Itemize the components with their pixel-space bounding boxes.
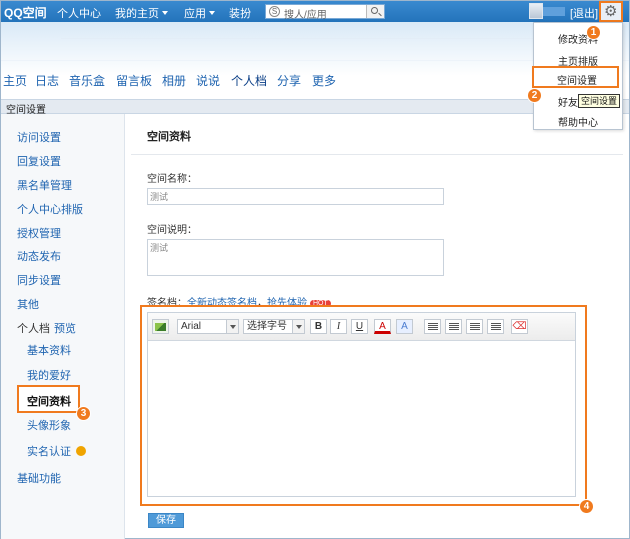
search-icon — [371, 7, 378, 14]
sidebar-item-other[interactable]: 其他 — [17, 296, 39, 312]
avatar[interactable] — [529, 3, 543, 19]
chevron-down-icon — [292, 320, 304, 333]
editor-toolbar: Arial 选择字号 B I U A A ⌫ — [148, 313, 575, 341]
font-family-value: Arial — [181, 321, 202, 332]
font-size-value: 选择字号 — [247, 321, 287, 332]
page-title: 空间资料 — [147, 131, 191, 143]
sidebar-item-basic-info[interactable]: 基本资料 — [27, 342, 71, 358]
settings-sidebar: 访问设置 回复设置 黑名单管理 个人中心排版 授权管理 动态发布 同步设置 其他… — [1, 114, 125, 539]
sidebar-item-visit-settings[interactable]: 访问设置 — [17, 129, 61, 145]
align-left-button[interactable] — [424, 319, 441, 334]
step-marker: 3 — [76, 406, 91, 421]
signature-editor[interactable]: Arial 选择字号 B I U A A ⌫ — [147, 312, 576, 497]
chevron-down-icon — [162, 11, 168, 15]
align-right-button[interactable] — [466, 319, 483, 334]
user-name-redacted[interactable] — [543, 7, 565, 16]
sidebar-item-label: 空间资料 — [27, 396, 71, 408]
underline-button[interactable]: U — [351, 319, 368, 334]
tab-blog[interactable]: 日志 — [35, 72, 59, 89]
step-marker: 1 — [586, 25, 601, 40]
banner-decoration — [61, 38, 561, 39]
step-marker: 4 — [579, 499, 594, 514]
nav-decorate[interactable]: 装扮 — [229, 5, 251, 21]
search-button[interactable] — [366, 5, 384, 18]
qzone-logo[interactable]: QQ空间 — [4, 4, 47, 21]
sidebar-item-avatar[interactable]: 头像形象 — [27, 417, 71, 433]
font-color-button[interactable]: A — [374, 319, 391, 334]
align-center-icon — [449, 323, 459, 331]
step-marker: 2 — [527, 88, 542, 103]
sidebar-group-label: 个人档 — [17, 323, 50, 335]
search-box[interactable]: S 搜人/应用 — [265, 4, 385, 21]
sidebar-item-basic-features[interactable]: 基础功能 — [17, 470, 61, 486]
sidebar-item-hobbies[interactable]: 我的爱好 — [27, 367, 71, 383]
menu-item-space-settings[interactable]: 空间设置 — [532, 66, 619, 88]
sidebar-item-sync[interactable]: 同步设置 — [17, 272, 61, 288]
search-type-icon: S — [269, 6, 280, 17]
verified-user-icon — [76, 446, 86, 456]
space-name-input[interactable]: 测试 — [147, 188, 444, 205]
align-right-icon — [470, 323, 480, 331]
space-desc-label: 空间说明： — [147, 225, 197, 236]
logout-link[interactable]: [退出] — [570, 5, 598, 21]
sidebar-item-authorization[interactable]: 授权管理 — [17, 225, 61, 241]
save-button[interactable]: 保存 — [148, 513, 184, 528]
settings-button[interactable]: ⚙ — [599, 1, 623, 22]
align-center-button[interactable] — [445, 319, 462, 334]
font-size-select[interactable]: 选择字号 — [243, 319, 305, 334]
sidebar-item-layout[interactable]: 个人中心排版 — [17, 201, 83, 217]
highlight-color-button[interactable]: A — [396, 319, 413, 334]
clear-format-button[interactable]: ⌫ — [511, 319, 528, 334]
nav-personal-center[interactable]: 个人中心 — [57, 5, 101, 21]
search-placeholder: 搜人/应用 — [284, 10, 327, 21]
sidebar-item-space-profile[interactable]: 空间资料 — [17, 385, 80, 413]
chevron-down-icon — [226, 320, 238, 333]
sidebar-item-label: 实名认证 — [27, 446, 71, 458]
nav-my-home[interactable]: 我的主页 — [115, 5, 168, 21]
tooltip: 空间设置 — [578, 94, 621, 108]
image-icon — [155, 323, 166, 331]
sidebar-group-profile: 个人档 预览 — [17, 320, 76, 336]
chevron-down-icon — [209, 11, 215, 15]
nav-apps[interactable]: 应用 — [184, 5, 215, 21]
space-desc-textarea[interactable]: 测试 — [147, 239, 444, 276]
tab-shuoshuo[interactable]: 说说 — [196, 72, 220, 89]
sidebar-item-realname[interactable]: 实名认证 — [27, 443, 86, 459]
top-navigation-bar: QQ空间 个人中心 我的主页 应用 装扮 S 搜人/应用 [退出] ⚙ — [1, 1, 629, 22]
nav-my-home-label: 我的主页 — [115, 8, 159, 20]
nav-apps-label: 应用 — [184, 8, 206, 20]
sidebar-item-reply-settings[interactable]: 回复设置 — [17, 153, 61, 169]
bold-button[interactable]: B — [310, 319, 327, 334]
menu-item-label: 空间设置 — [557, 76, 597, 87]
space-name-value: 测试 — [150, 192, 169, 202]
italic-button[interactable]: I — [330, 319, 347, 334]
tab-more[interactable]: 更多 — [312, 72, 336, 89]
sidebar-item-blacklist[interactable]: 黑名单管理 — [17, 177, 72, 193]
title-divider — [131, 154, 623, 155]
space-desc-value: 测试 — [150, 243, 169, 253]
tab-music[interactable]: 音乐盒 — [69, 72, 105, 89]
gear-icon: ⚙ — [604, 3, 618, 20]
tab-guestbook[interactable]: 留言板 — [116, 72, 152, 89]
tab-share[interactable]: 分享 — [277, 72, 301, 89]
insert-image-button[interactable] — [152, 319, 169, 334]
tab-home[interactable]: 主页 — [3, 72, 27, 89]
tab-album[interactable]: 相册 — [162, 72, 186, 89]
eraser-icon: ⌫ — [512, 321, 527, 332]
sidebar-item-feed-publish[interactable]: 动态发布 — [17, 248, 61, 264]
align-left-icon — [428, 323, 438, 331]
font-family-select[interactable]: Arial — [177, 319, 239, 334]
space-name-label: 空间名称： — [147, 174, 197, 185]
align-justify-icon — [491, 323, 501, 331]
profile-preview-link[interactable]: 预览 — [54, 323, 76, 335]
tab-profile[interactable]: 个人档 — [231, 72, 267, 89]
align-justify-button[interactable] — [487, 319, 504, 334]
menu-item-help[interactable]: 帮助中心 — [558, 114, 598, 129]
